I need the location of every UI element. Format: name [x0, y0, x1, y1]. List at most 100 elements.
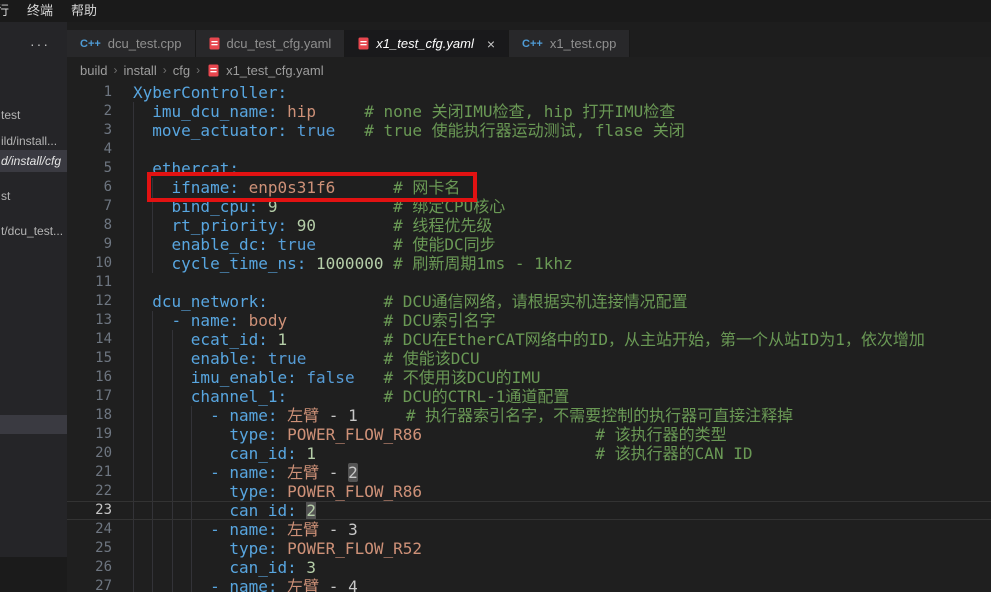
code-line[interactable]: 27 - name: 左臂 - 4 [67, 577, 991, 592]
code-line-text[interactable]: imu_dcu_name: hip # none 关闭IMU检查, hip 打开… [112, 102, 991, 121]
code-line[interactable]: 12 dcu_network: # DCU通信网络，请根据实机连接情况配置 [67, 292, 991, 311]
code-line[interactable]: 18 - name: 左臂 - 1 # 执行器索引名字，不需要控制的执行器可直接… [67, 406, 991, 425]
line-number[interactable]: 23 [67, 502, 112, 519]
sidebar-item[interactable]: st [0, 185, 67, 207]
sidebar-item[interactable]: d/install/cfg [0, 150, 67, 172]
code-line[interactable]: 24 - name: 左臂 - 3 [67, 520, 991, 539]
code-line[interactable]: 17 channel_1: # DCU的CTRL-1通道配置 [67, 387, 991, 406]
code-line[interactable]: 7 bind_cpu: 9 # 绑定CPU核心 [67, 197, 991, 216]
code-line-text[interactable]: - name: 左臂 - 3 [112, 520, 991, 539]
code-line-text[interactable] [112, 140, 991, 159]
line-number[interactable]: 26 [67, 558, 112, 577]
code-line-text[interactable]: can_id: 2 [112, 502, 991, 519]
sidebar-item[interactable]: t/dcu_test... [0, 220, 67, 242]
line-number[interactable]: 18 [67, 406, 112, 425]
code-line-text[interactable]: - name: 左臂 - 4 [112, 577, 991, 592]
code-line[interactable]: 4 [67, 140, 991, 159]
tab-dcu_test_cfg.yaml[interactable]: dcu_test_cfg.yaml [196, 30, 346, 57]
code-line-text[interactable]: bind_cpu: 9 # 绑定CPU核心 [112, 197, 991, 216]
line-number[interactable]: 17 [67, 387, 112, 406]
code-line-text[interactable]: cycle_time_ns: 1000000 # 刷新周期1ms - 1khz [112, 254, 991, 273]
code-line[interactable]: 22 type: POWER_FLOW_R86 [67, 482, 991, 501]
code-line-text[interactable]: type: POWER_FLOW_R86 [112, 482, 991, 501]
line-number[interactable]: 27 [67, 577, 112, 592]
line-number[interactable]: 1 [67, 83, 112, 102]
tab-x1_test.cpp[interactable]: C++x1_test.cpp [509, 30, 630, 57]
code-line[interactable]: 10 cycle_time_ns: 1000000 # 刷新周期1ms - 1k… [67, 254, 991, 273]
line-number[interactable]: 16 [67, 368, 112, 387]
code-line-text[interactable]: ifname: enp0s31f6 # 网卡名 [112, 178, 991, 197]
code-line-text[interactable]: dcu_network: # DCU通信网络，请根据实机连接情况配置 [112, 292, 991, 311]
tab-x1_test_cfg.yaml[interactable]: x1_test_cfg.yaml× [345, 30, 509, 57]
code-line-text[interactable]: enable_dc: true # 使能DC同步 [112, 235, 991, 254]
line-number[interactable]: 14 [67, 330, 112, 349]
line-number[interactable]: 15 [67, 349, 112, 368]
menu-item-0[interactable]: 行 [0, 0, 18, 22]
line-number[interactable]: 9 [67, 235, 112, 254]
code-line[interactable]: 6 ifname: enp0s31f6 # 网卡名 [67, 178, 991, 197]
code-line[interactable]: 14 ecat_id: 1 # DCU在EtherCAT网络中的ID，从主站开始… [67, 330, 991, 349]
line-number[interactable]: 22 [67, 482, 112, 501]
breadcrumb-segment[interactable]: build [80, 63, 107, 78]
code-line-text[interactable]: XyberController: [112, 83, 991, 102]
code-line[interactable]: 1XyberController: [67, 83, 991, 102]
code-line-text[interactable]: imu_enable: false # 不使用该DCU的IMU [112, 368, 991, 387]
breadcrumb[interactable]: build›install›cfg›x1_test_cfg.yaml [67, 57, 991, 83]
code-line[interactable]: 15 enable: true # 使能该DCU [67, 349, 991, 368]
close-icon[interactable]: × [487, 36, 495, 52]
menu-item-2[interactable]: 帮助 [62, 0, 106, 22]
line-number[interactable]: 12 [67, 292, 112, 311]
code-line[interactable]: 23 can_id: 2 [67, 501, 991, 520]
code-line[interactable]: 21 - name: 左臂 - 2 [67, 463, 991, 482]
line-number[interactable]: 5 [67, 159, 112, 178]
code-line-text[interactable]: channel_1: # DCU的CTRL-1通道配置 [112, 387, 991, 406]
code-line-text[interactable]: type: POWER_FLOW_R86 # 该执行器的类型 [112, 425, 991, 444]
code-line[interactable]: 8 rt_priority: 90 # 线程优先级 [67, 216, 991, 235]
code-line[interactable]: 20 can_id: 1 # 该执行器的CAN ID [67, 444, 991, 463]
line-number[interactable]: 3 [67, 121, 112, 140]
code-line-text[interactable]: move_actuator: true # true 使能执行器运动测试, fl… [112, 121, 991, 140]
editor-code-area[interactable]: 1XyberController:2 imu_dcu_name: hip # n… [67, 83, 991, 592]
line-number[interactable]: 6 [67, 178, 112, 197]
code-line[interactable]: 25 type: POWER_FLOW_R52 [67, 539, 991, 558]
line-number[interactable]: 8 [67, 216, 112, 235]
code-line[interactable]: 16 imu_enable: false # 不使用该DCU的IMU [67, 368, 991, 387]
code-line[interactable]: 5 ethercat: [67, 159, 991, 178]
tab-dcu_test.cpp[interactable]: C++dcu_test.cpp [67, 30, 196, 57]
line-number[interactable]: 13 [67, 311, 112, 330]
line-number[interactable]: 21 [67, 463, 112, 482]
code-line-text[interactable]: can_id: 1 # 该执行器的CAN ID [112, 444, 991, 463]
code-line[interactable]: 13 - name: body # DCU索引名字 [67, 311, 991, 330]
sidebar-item[interactable]: test [0, 104, 67, 126]
line-number[interactable]: 24 [67, 520, 112, 539]
code-line-text[interactable]: - name: body # DCU索引名字 [112, 311, 991, 330]
code-line-text[interactable]: - name: 左臂 - 1 # 执行器索引名字，不需要控制的执行器可直接注释掉 [112, 406, 991, 425]
breadcrumb-segment[interactable]: install [123, 63, 156, 78]
line-number[interactable]: 4 [67, 140, 112, 159]
code-line-text[interactable]: enable: true # 使能该DCU [112, 349, 991, 368]
code-line[interactable]: 2 imu_dcu_name: hip # none 关闭IMU检查, hip … [67, 102, 991, 121]
code-line[interactable]: 9 enable_dc: true # 使能DC同步 [67, 235, 991, 254]
code-line-text[interactable]: type: POWER_FLOW_R52 [112, 539, 991, 558]
line-number[interactable]: 7 [67, 197, 112, 216]
code-line-text[interactable]: ecat_id: 1 # DCU在EtherCAT网络中的ID，从主站开始，第一… [112, 330, 991, 349]
sidebar-item[interactable]: ild/install... [0, 130, 67, 152]
code-line[interactable]: 26 can_id: 3 [67, 558, 991, 577]
code-line[interactable]: 3 move_actuator: true # true 使能执行器运动测试, … [67, 121, 991, 140]
code-line-text[interactable]: can_id: 3 [112, 558, 991, 577]
code-line-text[interactable]: ethercat: [112, 159, 991, 178]
menu-item-1[interactable]: 终端 [18, 0, 62, 22]
line-number[interactable]: 10 [67, 254, 112, 273]
code-line-text[interactable] [112, 273, 991, 292]
line-number[interactable]: 25 [67, 539, 112, 558]
line-number[interactable]: 11 [67, 273, 112, 292]
code-line-text[interactable]: rt_priority: 90 # 线程优先级 [112, 216, 991, 235]
breadcrumb-segment[interactable]: cfg [173, 63, 190, 78]
line-number[interactable]: 20 [67, 444, 112, 463]
code-line-text[interactable]: - name: 左臂 - 2 [112, 463, 991, 482]
more-actions-icon[interactable]: ··· [30, 36, 50, 52]
line-number[interactable]: 2 [67, 102, 112, 121]
code-line[interactable]: 11 [67, 273, 991, 292]
breadcrumb-file[interactable]: x1_test_cfg.yaml [226, 63, 324, 78]
line-number[interactable]: 19 [67, 425, 112, 444]
